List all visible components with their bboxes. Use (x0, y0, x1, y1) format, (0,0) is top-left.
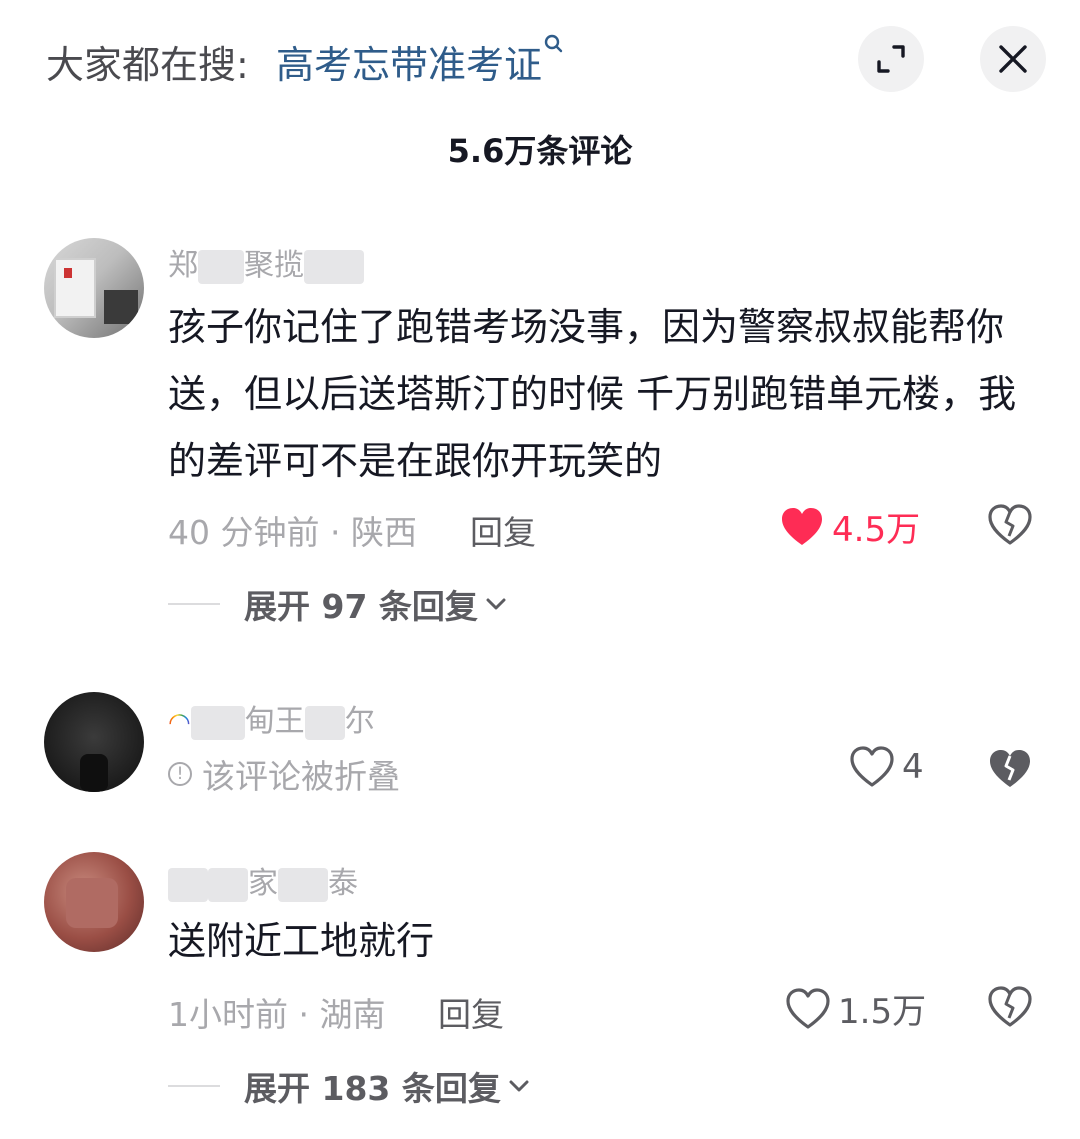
comment-meta: 40 分钟前 · 陕西 (168, 513, 417, 552)
search-term-text: 高考忘带准考证 (276, 43, 543, 87)
expand-replies-label: 展开 97 条回复 (244, 587, 478, 626)
dislike-button[interactable] (988, 504, 1032, 550)
search-suggestion-link[interactable]: 高考忘带准考证 (276, 34, 564, 89)
username[interactable]: 郑 聚揽 (168, 240, 364, 284)
search-prefix: 大家都在搜: (46, 43, 249, 87)
like-count: 1.5万 (838, 992, 927, 1032)
like-button[interactable]: 4 (850, 746, 924, 788)
close-icon (999, 45, 1027, 73)
username-blur (208, 867, 248, 902)
expand-replies-button[interactable]: 展开 183 条回复 (168, 1062, 529, 1110)
chevron-down-icon (486, 598, 506, 610)
broken-heart-icon (988, 504, 1032, 545)
dislike-button[interactable] (988, 748, 1032, 794)
username[interactable]: 家泰 (168, 858, 358, 902)
broken-heart-icon (990, 750, 1030, 787)
avatar[interactable] (44, 692, 144, 792)
heart-icon (786, 987, 830, 1029)
username[interactable]: ◠ 甸王 尔 (168, 696, 375, 740)
info-icon: ! (168, 762, 192, 786)
dislike-button[interactable] (988, 986, 1032, 1032)
broken-heart-icon (988, 986, 1032, 1027)
reply-button[interactable]: 回复 (470, 506, 536, 554)
username-part: 郑 (168, 248, 198, 283)
collapse-button[interactable] (858, 26, 924, 92)
chevron-down-icon (509, 1080, 529, 1092)
username-blur (190, 705, 245, 740)
username-part: 聚揽 (244, 248, 304, 283)
reply-button[interactable]: 回复 (438, 988, 504, 1036)
top-bar: 大家都在搜: 高考忘带准考证 (0, 0, 1080, 120)
search-icon (544, 34, 563, 53)
username-blur (304, 249, 364, 284)
folded-text: 该评论被折叠 (202, 757, 400, 796)
username-blur (168, 867, 208, 902)
heart-icon (850, 746, 894, 787)
username-blur (304, 705, 345, 740)
username-part: 甸王 (244, 704, 305, 739)
like-button[interactable]: 4.5万 (780, 502, 920, 551)
divider (168, 1085, 220, 1087)
comment-meta: 1小时前 · 湖南 (168, 995, 386, 1034)
like-button[interactable]: 1.5万 (786, 984, 926, 1033)
heart-icon (782, 507, 822, 545)
rainbow-icon: ◠ (168, 708, 191, 738)
divider (168, 603, 220, 605)
like-count: 4 (902, 747, 924, 787)
expand-replies-label: 展开 183 条回复 (244, 1069, 501, 1108)
folded-notice: ! 该评论被折叠 (168, 750, 400, 798)
close-button[interactable] (980, 26, 1046, 92)
username-part: 家 (248, 866, 278, 901)
username-part: 尔 (344, 704, 375, 739)
username-part: 泰 (328, 866, 358, 901)
comment-count-title: 5.6万条评论 (447, 132, 633, 170)
comment-text: 孩子你记住了跑错考场没事，因为警察叔叔能帮你送，但以后送塔斯汀的时候 千万别跑错… (168, 305, 1017, 483)
collapse-icon (877, 45, 905, 73)
username-blur (278, 867, 328, 902)
like-count: 4.5万 (832, 510, 921, 550)
avatar[interactable] (44, 852, 144, 952)
expand-replies-button[interactable]: 展开 97 条回复 (168, 580, 506, 628)
username-blur (198, 249, 244, 284)
comment-text: 送附近工地就行 (168, 919, 435, 963)
avatar[interactable] (44, 238, 144, 338)
